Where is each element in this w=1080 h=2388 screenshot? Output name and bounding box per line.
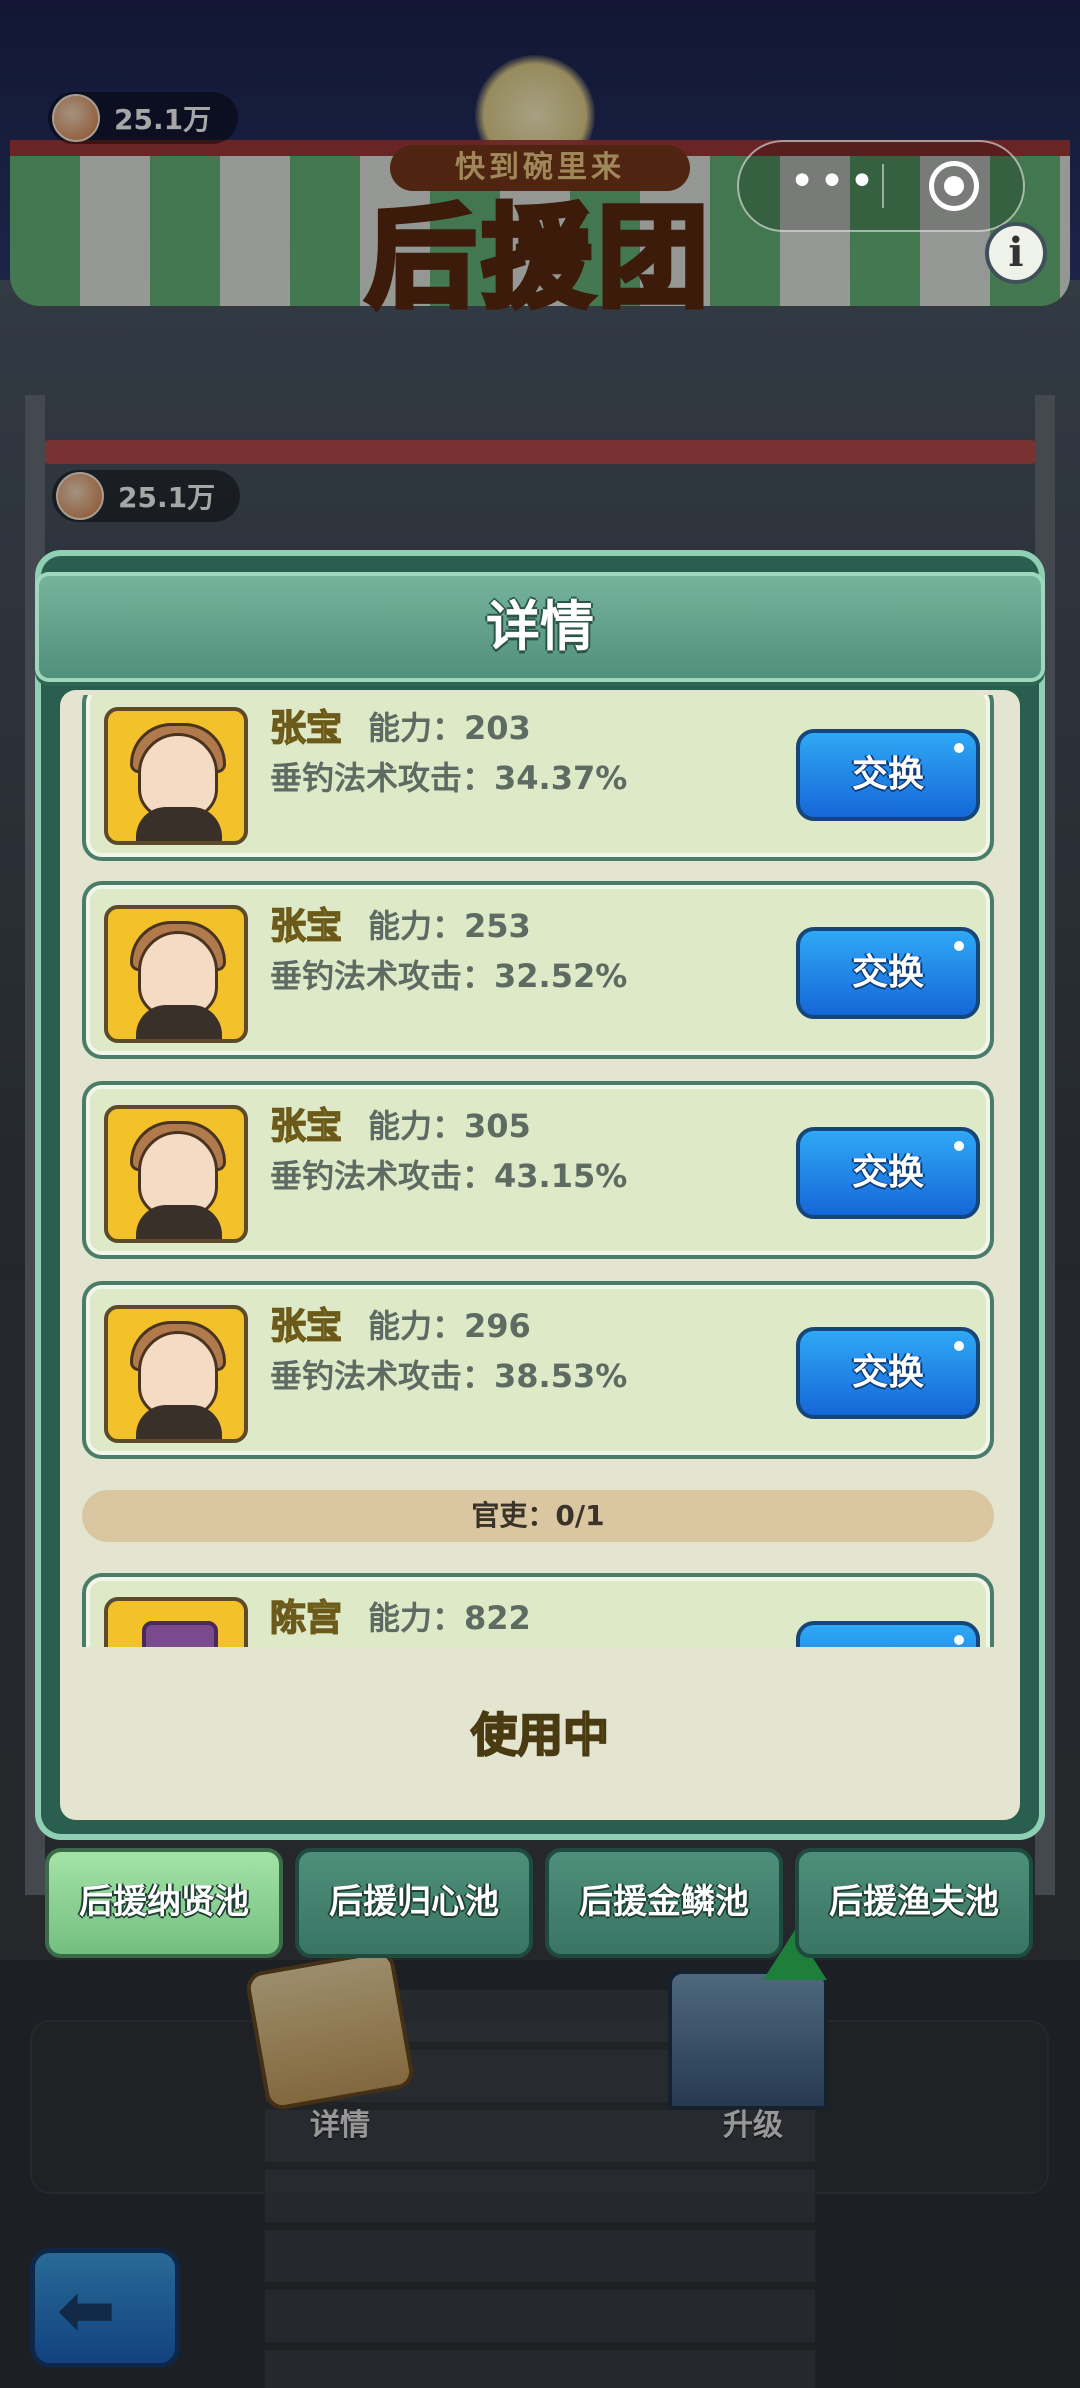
swap-button[interactable]: [796, 1621, 980, 1647]
swap-button[interactable]: 交换: [796, 1327, 980, 1419]
supporter-card: 张宝 能力：253 垂钓法术攻击：32.52% 交换: [82, 881, 994, 1059]
character-portrait: [104, 905, 248, 1043]
supporter-card: 张宝 能力：305 垂钓法术攻击：43.15% 交换: [82, 1081, 994, 1259]
supporter-list[interactable]: 张宝 能力：203 垂钓法术攻击：34.37% 交换 张宝 能力：253 垂钓法…: [60, 695, 1020, 1647]
more-menu-icon[interactable]: •••: [779, 142, 889, 230]
character-portrait: [104, 1597, 248, 1647]
character-attack: 垂钓法术攻击：34.37%: [270, 759, 628, 797]
character-portrait: [104, 707, 248, 845]
tab-jinlin-pool[interactable]: 后援金鳞池: [545, 1848, 783, 1958]
character-power: 能力：203: [368, 709, 531, 747]
character-portrait: [104, 1305, 248, 1443]
capsule-divider: [882, 164, 884, 208]
section-header-officials: 官吏：0/1: [82, 1490, 994, 1542]
character-name: 张宝: [269, 1305, 343, 1348]
character-attack: 垂钓法术攻击：32.52%: [270, 957, 628, 995]
character-power: 能力：822: [368, 1599, 531, 1637]
miniprogram-capsule: •••: [737, 140, 1025, 232]
swap-button[interactable]: 交换: [796, 927, 980, 1019]
character-attack: 垂钓法术攻击：43.15%: [270, 1157, 628, 1195]
character-power: 能力：296: [368, 1307, 531, 1345]
character-power: 能力：305: [368, 1107, 531, 1145]
in-use-status: 使用中: [470, 1707, 610, 1763]
character-attack: 垂钓法术攻击：38.53%: [270, 1357, 628, 1395]
swap-button[interactable]: 交换: [796, 1127, 980, 1219]
close-miniprogram-icon[interactable]: [929, 161, 979, 211]
panel-title: 详情: [486, 595, 594, 658]
character-name: 张宝: [269, 707, 343, 750]
character-portrait: [104, 1105, 248, 1243]
character-name: 张宝: [269, 1105, 343, 1148]
panel-header: 详情: [35, 572, 1045, 682]
tab-yufu-pool[interactable]: 后援渔夫池: [795, 1848, 1033, 1958]
swap-button[interactable]: 交换: [796, 729, 980, 821]
tab-guixin-pool[interactable]: 后援归心池: [295, 1848, 533, 1958]
info-button[interactable]: i: [985, 222, 1047, 284]
tab-naxian-pool[interactable]: 后援纳贤池: [45, 1848, 283, 1958]
character-name: 陈宫: [269, 1597, 343, 1640]
character-name: 张宝: [269, 905, 343, 948]
supporter-card: 张宝 能力：203 垂钓法术攻击：34.37% 交换: [82, 695, 994, 861]
supporter-card: 张宝 能力：296 垂钓法术攻击：38.53% 交换: [82, 1281, 994, 1459]
supporter-card: 陈宫 能力：822: [82, 1573, 994, 1647]
character-power: 能力：253: [368, 907, 531, 945]
